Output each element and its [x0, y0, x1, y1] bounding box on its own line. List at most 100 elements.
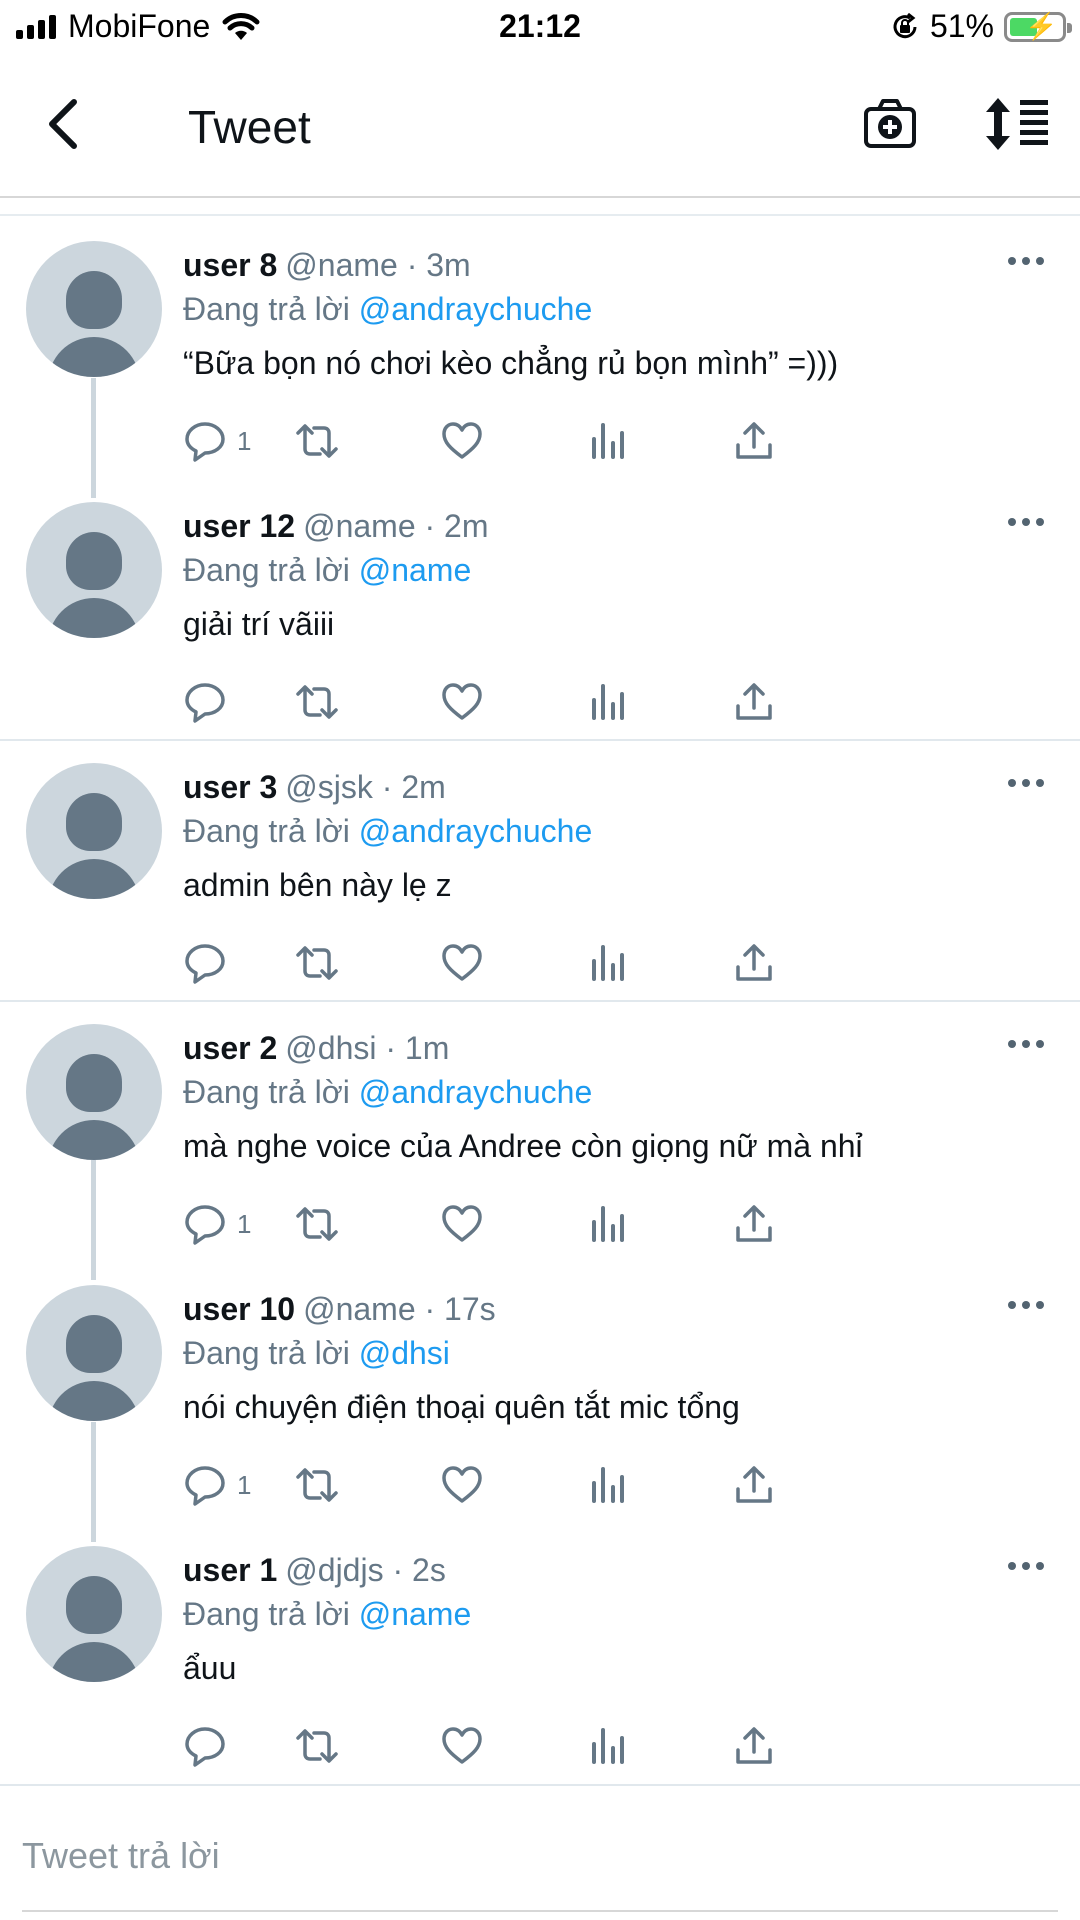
tweet[interactable]: user 3 @sjsk · 2m Đang trả lời @andraychu… — [0, 745, 1080, 1007]
mention-link[interactable]: @andraychuche — [359, 291, 593, 327]
replying-to-label: Đang trả lời — [183, 1596, 350, 1632]
camera-add-icon[interactable] — [862, 96, 918, 152]
reply-button[interactable] — [183, 1722, 237, 1770]
replying-to: Đang trả lời @andraychuche — [183, 1074, 592, 1111]
avatar[interactable] — [26, 1285, 162, 1421]
replying-to: Đang trả lời @name — [183, 1596, 471, 1633]
like-button[interactable] — [440, 417, 484, 465]
analytics-button[interactable] — [586, 1200, 630, 1248]
retweet-button[interactable] — [295, 1722, 339, 1770]
analytics-button[interactable] — [586, 939, 630, 987]
share-button[interactable] — [732, 1722, 776, 1770]
tweet-text: ẩuu — [183, 1650, 237, 1686]
analytics-icon — [592, 423, 624, 459]
user-handle-time: @djdjs · 2s — [285, 1552, 446, 1588]
avatar[interactable] — [26, 763, 162, 899]
more-options-icon[interactable] — [1006, 1558, 1046, 1574]
tweet-header: user 10 @name · 17s — [183, 1291, 496, 1328]
user-name[interactable]: user 8 — [183, 247, 277, 283]
replying-to-label: Đang trả lời — [183, 552, 350, 588]
mention-link[interactable]: @name — [359, 552, 472, 588]
share-button[interactable] — [732, 939, 776, 987]
tweet-header: user 8 @name · 3m — [183, 247, 471, 284]
battery-charging-icon: ⚡ — [1004, 11, 1072, 42]
tweet[interactable]: user 1 @djdjs · 2s Đang trả lời @name ẩuu — [0, 1528, 1080, 1790]
share-icon — [736, 944, 772, 981]
heart-icon — [442, 1727, 482, 1764]
sort-icon[interactable] — [984, 96, 1050, 152]
user-handle-time: @sjsk · 2m — [285, 769, 446, 805]
replying-to: Đang trả lời @dhsi — [183, 1335, 450, 1372]
tweet-actions: 1 — [183, 1200, 983, 1248]
reply-count: 1 — [237, 1208, 252, 1239]
like-button[interactable] — [440, 1722, 484, 1770]
reply-button[interactable]: 1 — [183, 1200, 251, 1248]
like-button[interactable] — [440, 678, 484, 726]
retweet-button[interactable] — [295, 939, 339, 987]
like-button[interactable] — [440, 939, 484, 987]
mention-link[interactable]: @andraychuche — [359, 1074, 593, 1110]
user-handle-time: @name · 17s — [303, 1291, 496, 1327]
analytics-icon — [592, 1728, 624, 1764]
mention-link[interactable]: @dhsi — [359, 1335, 450, 1371]
retweet-button[interactable] — [295, 678, 339, 726]
avatar[interactable] — [26, 1024, 162, 1160]
avatar[interactable] — [26, 1546, 162, 1682]
reply-button[interactable] — [183, 939, 237, 987]
user-name[interactable]: user 2 — [183, 1030, 277, 1066]
like-button[interactable] — [440, 1461, 484, 1509]
tweet-actions — [183, 1722, 983, 1770]
more-options-icon[interactable] — [1006, 253, 1046, 269]
mention-link[interactable]: @andraychuche — [359, 813, 593, 849]
analytics-button[interactable] — [586, 417, 630, 465]
analytics-button[interactable] — [586, 678, 630, 726]
reply-count: 1 — [237, 1469, 252, 1500]
share-button[interactable] — [732, 678, 776, 726]
tweet-header: user 12 @name · 2m — [183, 508, 489, 545]
tweet[interactable]: user 2 @dhsi · 1m Đang trả lời @andraychu… — [0, 1006, 1080, 1268]
avatar[interactable] — [26, 502, 162, 638]
tweet[interactable]: user 12 @name · 2m Đang trả lời @name giả… — [0, 484, 1080, 746]
avatar[interactable] — [26, 241, 162, 377]
retweet-icon — [296, 1468, 338, 1502]
tweet-actions: 1 — [183, 417, 983, 465]
more-options-icon[interactable] — [1006, 775, 1046, 791]
retweet-icon — [296, 424, 338, 458]
tweet[interactable]: user 10 @name · 17s Đang trả lời @dhsi nó… — [0, 1267, 1080, 1529]
replying-to: Đang trả lời @name — [183, 552, 471, 589]
reply-input[interactable] — [22, 1828, 1052, 1884]
tweet-header: user 3 @sjsk · 2m — [183, 769, 446, 806]
share-icon — [736, 422, 772, 459]
mention-link[interactable]: @name — [359, 1596, 472, 1632]
analytics-button[interactable] — [586, 1461, 630, 1509]
reply-bar — [0, 1784, 1080, 1920]
back-icon[interactable] — [36, 94, 96, 154]
user-name[interactable]: user 1 — [183, 1552, 277, 1588]
share-button[interactable] — [732, 1200, 776, 1248]
share-button[interactable] — [732, 417, 776, 465]
tweet[interactable]: user 8 @name · 3m Đang trả lời @andraychu… — [0, 223, 1080, 485]
retweet-button[interactable] — [295, 1200, 339, 1248]
heart-icon — [442, 1466, 482, 1503]
retweet-button[interactable] — [295, 417, 339, 465]
like-button[interactable] — [440, 1200, 484, 1248]
more-options-icon[interactable] — [1006, 1036, 1046, 1052]
reply-button[interactable] — [183, 678, 237, 726]
retweet-button[interactable] — [295, 1461, 339, 1509]
user-name[interactable]: user 3 — [183, 769, 277, 805]
user-name[interactable]: user 12 — [183, 508, 295, 544]
more-options-icon[interactable] — [1006, 514, 1046, 530]
reply-button[interactable]: 1 — [183, 1461, 251, 1509]
reply-icon — [185, 1466, 225, 1506]
user-name[interactable]: user 10 — [183, 1291, 295, 1327]
reply-button[interactable]: 1 — [183, 417, 251, 465]
reply-icon — [185, 944, 225, 984]
header: Tweet — [0, 56, 1080, 198]
retweet-icon — [296, 1207, 338, 1241]
reply-icon — [185, 422, 225, 462]
replying-to-label: Đang trả lời — [183, 291, 350, 327]
reply-underline — [22, 1910, 1058, 1912]
analytics-button[interactable] — [586, 1722, 630, 1770]
share-button[interactable] — [732, 1461, 776, 1509]
more-options-icon[interactable] — [1006, 1297, 1046, 1313]
